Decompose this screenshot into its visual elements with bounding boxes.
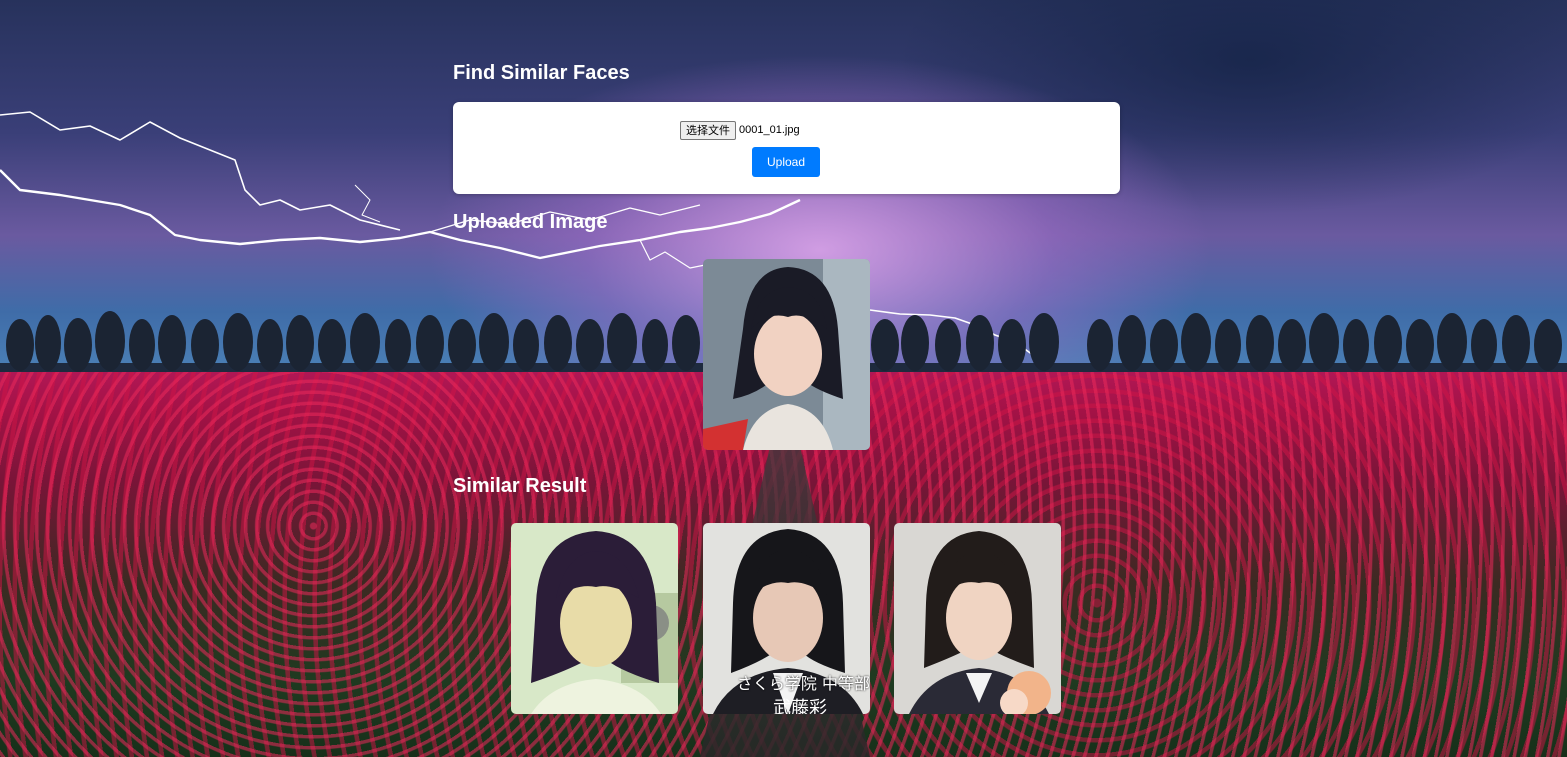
result-face-photo [511,523,678,714]
choose-file-button[interactable]: 选择文件 [680,120,736,140]
upload-form: 选择文件 0001_01.jpg Upload [453,102,1120,194]
result-caption-secondary: 武藤彩 [773,698,827,714]
page-title: Find Similar Faces [453,62,630,84]
result-caption: さくら学院 中等部 [736,674,870,693]
result-face-photo [894,523,1061,714]
selected-file-name: 0001_01.jpg [739,124,800,136]
uploaded-face-photo [703,259,870,450]
result-image: さくら学院 中等部 武藤彩 [703,523,870,714]
result-image [894,523,1061,714]
similar-result-heading: Similar Result [453,475,587,497]
result-image [511,523,678,714]
upload-button[interactable]: Upload [752,147,820,177]
file-input[interactable]: 选择文件 0001_01.jpg [680,120,800,140]
uploaded-image-heading: Uploaded Image [453,211,608,233]
uploaded-image [703,259,870,450]
